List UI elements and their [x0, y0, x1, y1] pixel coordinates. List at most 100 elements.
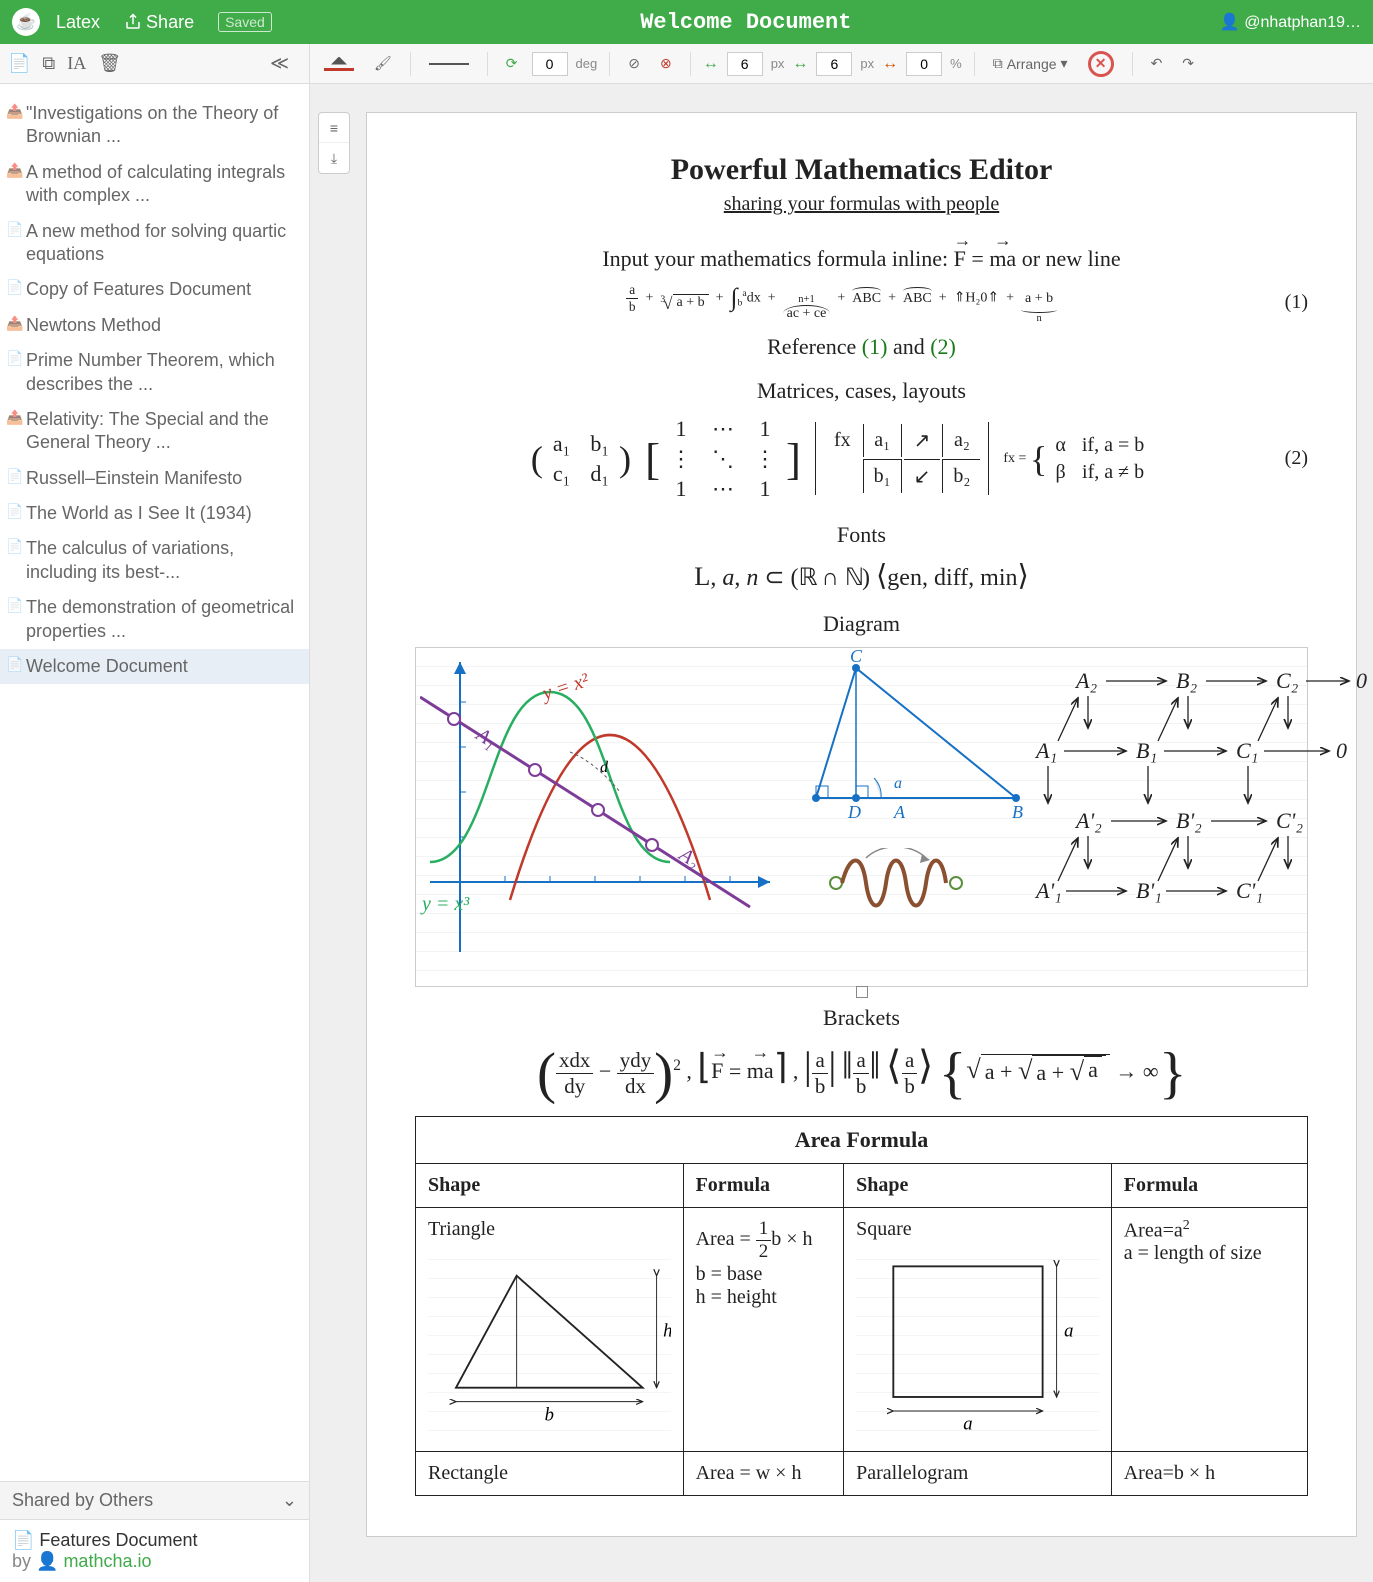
- tri-h-label: h: [663, 1320, 670, 1341]
- tri-D: D: [847, 802, 861, 822]
- sidebar-doc-8[interactable]: The World as I See It (1934): [0, 496, 309, 531]
- br-dy: dy: [561, 1074, 588, 1099]
- inline-example: Input your mathematics formula inline: F…: [415, 242, 1308, 272]
- download-icon[interactable]: ⤓: [319, 143, 349, 173]
- m-c1: c₁: [543, 459, 580, 489]
- sidebar-doc-6[interactable]: Relativity: The Special and the General …: [0, 402, 309, 461]
- det-a1: a₁: [863, 424, 902, 457]
- gap-x-unit: px: [771, 56, 785, 71]
- ref1[interactable]: (1): [862, 334, 888, 359]
- user-menu[interactable]: 👤 @nhatphan19…: [1220, 12, 1361, 32]
- gap-y-input[interactable]: [816, 52, 852, 76]
- sidebar-doc-4[interactable]: Newtons Method: [0, 308, 309, 343]
- tri-formula-c: b = base: [696, 1263, 763, 1285]
- cd-A1: A₁: [1034, 738, 1057, 763]
- sidebar-doc-11[interactable]: Welcome Document: [0, 649, 309, 684]
- new-doc-icon[interactable]: 📄: [8, 53, 30, 74]
- shared-section-header[interactable]: Shared by Others ⌄: [0, 1481, 309, 1520]
- sidebar-doc-1[interactable]: A method of calculating integrals with c…: [0, 155, 309, 214]
- cell-para-formula: Area=b × h: [1111, 1451, 1307, 1495]
- ref2[interactable]: (2): [930, 334, 956, 359]
- shared-doc-author: mathcha.io: [63, 1551, 151, 1571]
- rotation-input[interactable]: [532, 52, 568, 76]
- sq-a1: a: [963, 1413, 972, 1434]
- sidebar-doc-0[interactable]: "Investigations on the Theory of Brownia…: [0, 96, 309, 155]
- sidebar-doc-2[interactable]: A new method for solving quartic equatio…: [0, 214, 309, 273]
- toolbar-left: 📄 ⧉ IA 🗑 ≪: [0, 44, 310, 83]
- rotation-tool[interactable]: ⟳: [500, 53, 524, 74]
- cd-0a: 0: [1356, 668, 1367, 693]
- th-shape1: Shape: [416, 1163, 684, 1207]
- scale-input[interactable]: [906, 52, 942, 76]
- gap-x-input[interactable]: [727, 52, 763, 76]
- sidebar-doc-9[interactable]: The calculus of variations, including it…: [0, 531, 309, 590]
- cd-C2: C₂: [1276, 668, 1299, 693]
- undo-button[interactable]: ↶: [1145, 53, 1169, 74]
- cd-B2: B₂: [1176, 668, 1197, 693]
- br-sqa1: a: [985, 1059, 995, 1084]
- resize-handle[interactable]: [856, 986, 868, 998]
- area-table: Area Formula Shape Formula Shape Formula…: [415, 1116, 1308, 1496]
- no-snap2-tool[interactable]: ⊗: [654, 53, 678, 74]
- br-a3: a: [902, 1048, 917, 1074]
- brackets-line: (xdxdy − ydydx)2 , ⌊F = ma⌉ , |ab| ‖ab‖ …: [415, 1041, 1308, 1106]
- br-exp: 2: [673, 1057, 681, 1074]
- copy-doc-icon[interactable]: ⧉: [42, 53, 55, 74]
- br-ydy: ydy: [617, 1048, 654, 1074]
- app-logo[interactable]: [12, 8, 40, 36]
- diag-yx2: y = x²: [538, 669, 593, 705]
- sidebar-doc-10[interactable]: The demonstration of geometrical propert…: [0, 590, 309, 649]
- br-b1: b: [812, 1074, 828, 1099]
- br-F: F: [711, 1054, 723, 1084]
- fill-tool[interactable]: [318, 55, 360, 73]
- sidebar: "Investigations on the Theory of Brownia…: [0, 84, 310, 1582]
- arrange-button[interactable]: ⧉ Arrange ▾: [987, 53, 1074, 74]
- square-shape: a a: [856, 1241, 1099, 1441]
- gap-y-unit: px: [860, 56, 874, 71]
- scale-unit: %: [950, 56, 962, 71]
- sidebar-doc-3[interactable]: Copy of Features Document: [0, 272, 309, 307]
- det-fx: fx: [824, 424, 861, 457]
- sidebar-doc-5[interactable]: Prime Number Theorem, which describes th…: [0, 343, 309, 402]
- delete-button[interactable]: ✕: [1082, 49, 1120, 79]
- document-list: "Investigations on the Theory of Brownia…: [0, 84, 309, 1481]
- brush-tool[interactable]: 🖌: [368, 53, 398, 74]
- toolbar-right: 🖌 ⟳ deg ⊘ ⊗ ↔ px ↔ px ↔ % ⧉ Arrange ▾ ✕ …: [310, 49, 1373, 79]
- tri-A: A: [893, 802, 906, 822]
- shared-doc-item[interactable]: 📄 Features Document by 👤 mathcha.io: [0, 1520, 309, 1582]
- diagram-box[interactable]: d A₁ A₂ y = x² y = x³ C D A: [415, 647, 1308, 987]
- br-a2: a: [853, 1048, 868, 1074]
- section-brackets: Brackets: [415, 1005, 1308, 1031]
- outline-icon[interactable]: ≡: [319, 113, 349, 143]
- redo-button[interactable]: ↷: [1176, 53, 1200, 74]
- ref-a: Reference: [767, 334, 862, 359]
- trash-icon[interactable]: 🗑: [98, 53, 121, 74]
- line-style-tool[interactable]: [423, 61, 475, 67]
- case-b-cond: if, a ≠ b: [1074, 459, 1152, 486]
- collapse-sidebar-icon[interactable]: ≪: [270, 53, 289, 74]
- case-a-cond: if, a = b: [1074, 432, 1152, 459]
- ia-icon[interactable]: IA: [67, 53, 86, 74]
- br-sqa3: a: [1084, 1056, 1102, 1083]
- tri-b-label: b: [545, 1404, 554, 1425]
- eq1-arc2: ABC: [852, 291, 881, 307]
- user-label: @nhatphan19…: [1244, 14, 1361, 31]
- user-icon: 👤: [1220, 14, 1240, 31]
- inline-suffix: or new line: [1016, 246, 1120, 271]
- br-dx: dx: [622, 1074, 649, 1099]
- cd-A2: A₂: [1074, 668, 1097, 693]
- eq1-arc3: ABC: [903, 291, 932, 307]
- cell-square-label: Square: [856, 1218, 1099, 1241]
- br-b3: b: [901, 1074, 917, 1099]
- inline-prefix: Input your mathematics formula inline:: [602, 246, 953, 271]
- eqnum-2: (2): [1268, 447, 1308, 470]
- diag-A1: A₁: [471, 722, 501, 752]
- equation-1: ab + 3√a + b + ∫badx + n+1ac + ce + ABC …: [415, 282, 1308, 324]
- canvas[interactable]: ≡ ⤓ Powerful Mathematics Editor sharing …: [310, 84, 1373, 1582]
- share-button[interactable]: Share: [124, 12, 194, 33]
- sidebar-doc-7[interactable]: Russell–Einstein Manifesto: [0, 461, 309, 496]
- det-a2: a₂: [942, 424, 980, 457]
- no-snap-tool[interactable]: ⊘: [622, 53, 646, 74]
- eq1-frac-a: a: [626, 282, 638, 299]
- latex-button[interactable]: Latex: [56, 12, 100, 33]
